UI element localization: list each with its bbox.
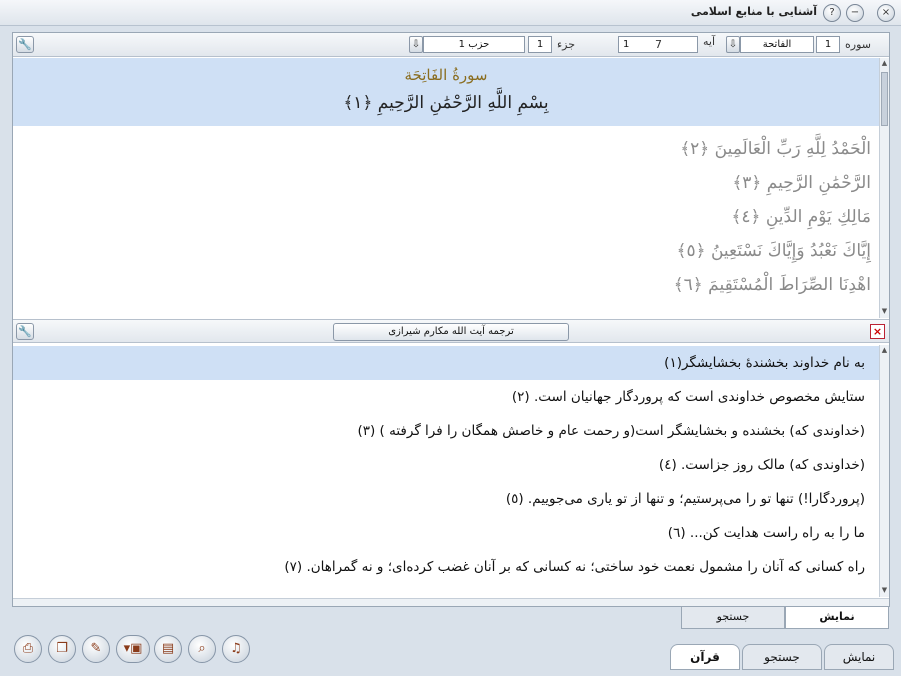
surah-header: سورةُ الفَاتِحَة بِسْمِ اللَّهِ الرَّحْم… — [13, 58, 879, 126]
scroll-thumb[interactable] — [881, 72, 888, 126]
close-translation-icon[interactable]: × — [870, 324, 885, 339]
title-bar: آشنایی با منابع اسلامی ? − × — [0, 0, 901, 26]
translation-line[interactable]: ستایش مخصوص خداوندی است که پروردگار جهان… — [13, 380, 879, 414]
note-icon[interactable]: ✎ — [82, 635, 110, 663]
ayah-line[interactable]: اهْدِنَا الصِّرَاطَ الْمُسْتَقِيمَ ﴿٦﴾ — [13, 268, 879, 302]
surah-number-input[interactable]: 1 — [816, 36, 840, 53]
translation-pane: به نام خداوند بخشندهٔ بخشایشگر(١) ستایش … — [13, 346, 879, 598]
audio-icon[interactable]: ♫ — [222, 635, 250, 663]
ayah-label: آیه — [703, 35, 716, 48]
ayah-line[interactable]: إِيَّاكَ نَعْبُدُ وَإِيَّاكَ نَسْتَعِينُ… — [13, 234, 879, 268]
copy-icon[interactable]: ❐ — [48, 635, 76, 663]
translator-select[interactable]: ترجمه آیت الله مکارم شیرازی — [333, 323, 569, 341]
close-icon[interactable]: × — [877, 4, 895, 22]
scroll-down-icon[interactable]: ▼ — [880, 307, 889, 317]
basmala-ayah[interactable]: بِسْمِ اللَّهِ الرَّحْمَٰنِ الرَّحِيمِ ﴿… — [13, 92, 879, 113]
translation-line[interactable]: ما را به راه راست هدایت کن... (٦) — [13, 516, 879, 550]
quran-text-pane: سورةُ الفَاتِحَة بِسْمِ اللَّهِ الرَّحْم… — [13, 58, 879, 318]
surah-label: سوره — [845, 38, 871, 51]
scroll-up-icon[interactable]: ▲ — [880, 346, 889, 356]
search-icon[interactable]: ⌕ — [188, 635, 216, 663]
hizb-dropdown-icon[interactable]: ⇩ — [409, 36, 423, 53]
translation-toolbar: 🔧 ترجمه آیت الله مکارم شیرازی × — [13, 319, 889, 343]
translation-line[interactable]: به نام خداوند بخشندهٔ بخشایشگر(١) — [13, 346, 879, 380]
hizb-select[interactable]: حزب 1 — [423, 36, 525, 53]
ayah-line[interactable]: مَالِكِ يَوْمِ الدِّينِ ﴿٤﴾ — [13, 200, 879, 234]
ayah-line[interactable]: الرَّحْمَٰنِ الرَّحِيمِ ﴿٣﴾ — [13, 166, 879, 200]
print-icon[interactable]: ⎙ — [14, 635, 42, 663]
quran-scrollbar[interactable]: ▲ ▼ — [879, 58, 889, 318]
translation-line[interactable]: (خداوندی که) بخشنده و بخشایشگر است(و رحم… — [13, 414, 879, 448]
tab-search[interactable]: جستجو — [742, 644, 822, 670]
surah-title: سورةُ الفَاتِحَة — [404, 66, 488, 84]
juz-label: جزء — [557, 38, 576, 51]
translation-scrollbar[interactable]: ▲ ▼ — [879, 345, 889, 597]
help-icon[interactable]: ? — [823, 4, 841, 22]
juz-input[interactable]: 1 — [528, 36, 552, 53]
bookmark-dropdown-icon[interactable]: ▾▣ — [116, 635, 150, 663]
tab-display[interactable]: نمایش — [824, 644, 894, 670]
window-title: آشنایی با منابع اسلامی — [690, 5, 817, 18]
settings-wrench-icon[interactable]: 🔧 — [16, 36, 34, 53]
translation-line[interactable]: (پروردگارا!) تنها تو را می‌پرستیم؛ و تنه… — [13, 482, 879, 516]
main-panel: 🔧 ⇩ حزب 1 1 جزء 1 7 آیه ⇩ الفاتحة 1 سوره… — [12, 32, 890, 607]
tab-inner-display[interactable]: نمایش — [785, 607, 889, 629]
ayah-line[interactable]: الْحَمْدُ لِلَّهِ رَبِّ الْعَالَمِينَ ﴿٢… — [13, 132, 879, 166]
tab-inner-search[interactable]: جستجو — [681, 607, 785, 629]
scroll-down-icon[interactable]: ▼ — [880, 586, 889, 596]
translation-line[interactable]: (خداوندی که) مالک روز جزاست. (٤) — [13, 448, 879, 482]
ayah-total: 7 — [655, 38, 662, 51]
translation-line[interactable]: راه کسانی که آنان را مشمول نعمت خود ساخت… — [13, 550, 879, 584]
scroll-up-icon[interactable]: ▲ — [880, 59, 889, 69]
minimize-icon[interactable]: − — [846, 4, 864, 22]
translation-settings-wrench-icon[interactable]: 🔧 — [16, 323, 34, 340]
quran-toolbar: 🔧 ⇩ حزب 1 1 جزء 1 7 آیه ⇩ الفاتحة 1 سوره — [13, 33, 889, 57]
page-icon[interactable]: ▤ — [154, 635, 182, 663]
surah-name-select[interactable]: الفاتحة — [740, 36, 814, 53]
surah-dropdown-icon[interactable]: ⇩ — [726, 36, 740, 53]
horizontal-scrollbar[interactable] — [13, 598, 889, 606]
tab-quran[interactable]: قرآن — [670, 644, 740, 670]
